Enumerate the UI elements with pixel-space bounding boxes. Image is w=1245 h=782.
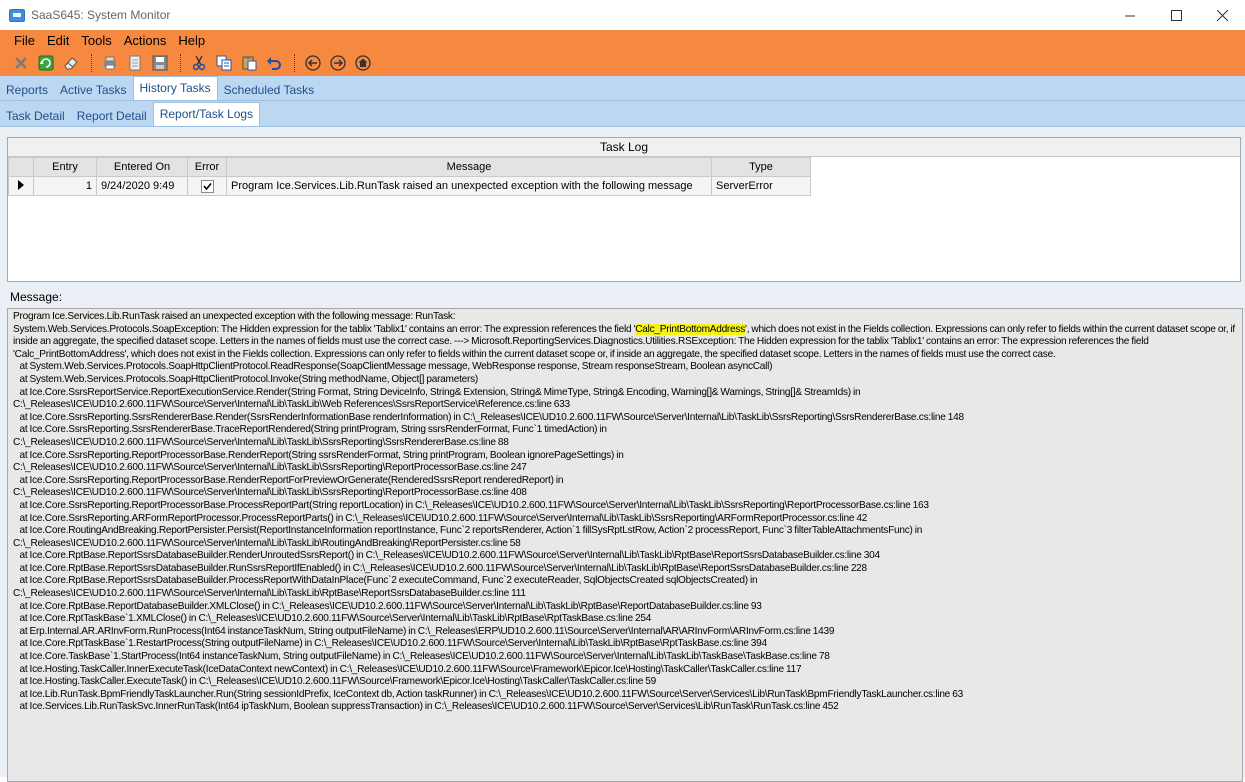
column-error[interactable]: Error [187,157,227,177]
task-log-panel: Task Log Entry Entered On Error Message … [7,137,1241,282]
copy-icon [216,55,232,71]
primary-tabs: Reports Active Tasks History Tasks Sched… [0,76,1245,101]
arrow-right-icon [330,55,346,71]
refresh-icon [38,55,54,71]
error-checkbox[interactable] [200,179,214,193]
menu-tools[interactable]: Tools [81,33,111,49]
save-button[interactable] [149,52,171,74]
grid-row-selector-header [8,157,34,177]
tab-scheduled-tasks[interactable]: Scheduled Tasks [218,80,321,100]
close-button[interactable] [1199,0,1245,30]
column-entry[interactable]: Entry [33,157,97,177]
toolbar-separator [294,54,296,72]
grid-header-row: Entry Entered On Error Message Type [8,157,811,177]
row-selector[interactable] [8,176,34,196]
main-pane: Task Log Entry Entered On Error Message … [0,127,1245,782]
print-preview-button[interactable] [124,52,146,74]
refresh-button[interactable] [35,52,57,74]
close-icon [1216,9,1228,21]
menu-edit[interactable]: Edit [47,33,69,49]
copy-button[interactable] [213,52,235,74]
tab-active-tasks[interactable]: Active Tasks [54,80,132,100]
title-bar: SaaS645: System Monitor [0,0,1245,30]
menu-actions[interactable]: Actions [124,33,167,49]
menu-items: File Edit Tools Actions Help [14,33,217,49]
window-title: SaaS645: System Monitor [31,8,171,22]
eraser-icon [64,57,78,70]
menu-bar: File Edit Tools Actions Help [0,30,1245,76]
column-entered-on[interactable]: Entered On [96,157,188,177]
tab-report-detail[interactable]: Report Detail [71,106,153,126]
minimize-icon [1124,15,1135,16]
secondary-tabs: Task Detail Report Detail Report/Task Lo… [0,101,1245,127]
current-row-arrow-icon [18,179,24,190]
minimize-button[interactable] [1107,0,1153,30]
task-log-title: Task Log [8,138,1240,157]
arrow-left-icon [305,55,321,71]
paste-button[interactable] [238,52,260,74]
toolbar [10,52,377,74]
paste-icon [242,56,257,71]
message-text-before: Program Ice.Services.Lib.RunTask raised … [13,311,635,335]
message-label: Message: [10,290,63,304]
message-textbox[interactable]: Program Ice.Services.Lib.RunTask raised … [7,308,1243,782]
toolbar-separator [91,54,93,72]
cell-error[interactable] [187,176,227,196]
undo-button[interactable] [263,52,285,74]
task-log-grid: Entry Entered On Error Message Type 1 9/… [8,157,811,196]
printer-icon [104,56,116,70]
tab-reports[interactable]: Reports [0,80,54,100]
toolbar-separator [180,54,182,72]
app-icon [9,8,25,22]
tab-report-task-logs[interactable]: Report/Task Logs [152,102,261,126]
print-preview-icon [129,55,141,71]
undo-icon [267,57,281,70]
tab-history-tasks[interactable]: History Tasks [132,76,218,100]
menu-file[interactable]: File [14,33,35,49]
column-message[interactable]: Message [226,157,712,177]
column-type[interactable]: Type [711,157,811,177]
message-highlight: Calc_PrintBottomAddress [635,323,746,335]
maximize-button[interactable] [1153,0,1199,30]
cell-entry[interactable]: 1 [33,176,97,196]
maximize-icon [1170,9,1182,21]
tab-task-detail[interactable]: Task Detail [0,106,71,126]
save-icon [152,55,168,71]
scissors-icon [192,55,206,71]
home-button[interactable] [352,52,374,74]
table-row[interactable]: 1 9/24/2020 9:49 Program Ice.Services.Li… [8,176,811,196]
message-text-after: ', which does not exist in the Fields co… [13,323,1235,713]
menu-help[interactable]: Help [178,33,205,49]
forward-button[interactable] [327,52,349,74]
delete-x-icon [15,57,27,69]
home-icon [355,55,371,71]
clear-button[interactable] [60,52,82,74]
cell-type[interactable]: ServerError [711,176,811,196]
cut-button[interactable] [188,52,210,74]
checkmark-icon [202,182,212,190]
print-button[interactable] [99,52,121,74]
cell-entered-on[interactable]: 9/24/2020 9:49 [96,176,188,196]
back-button[interactable] [302,52,324,74]
window-controls [1107,0,1245,30]
cell-message[interactable]: Program Ice.Services.Lib.RunTask raised … [226,176,712,196]
delete-button[interactable] [10,52,32,74]
